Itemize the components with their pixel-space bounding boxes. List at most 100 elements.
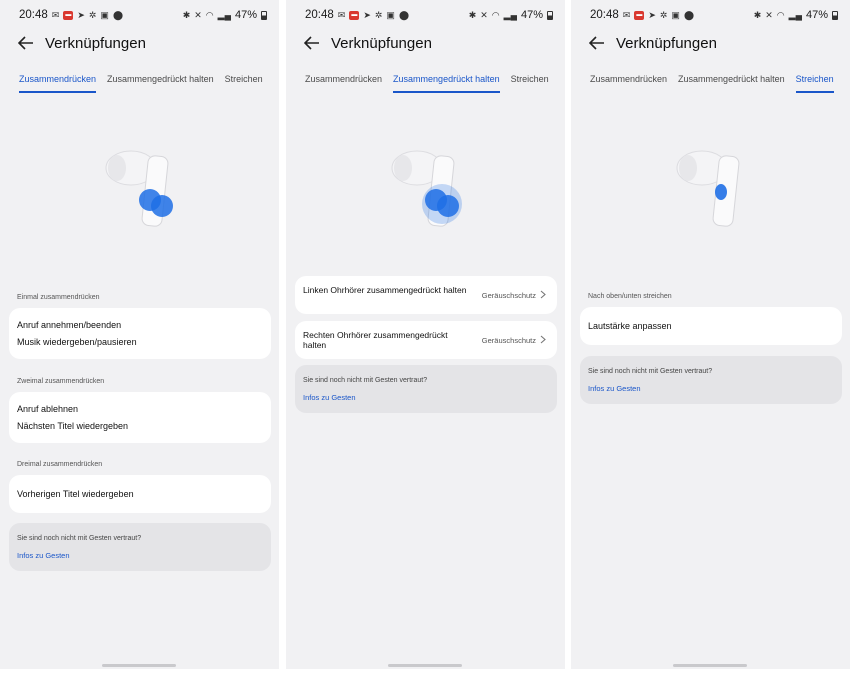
battery-icon — [547, 10, 553, 20]
app-notification-icon: ▬ — [63, 10, 74, 20]
tab-squeeze-hold[interactable]: Zusammengedrückt halten — [107, 74, 214, 92]
gesture-info-link[interactable]: Infos zu Gesten — [588, 384, 641, 393]
gallery-icon: ▣ — [100, 10, 109, 20]
setting-value-text: Geräuschschutz — [481, 336, 536, 345]
signal-icon: ▂▄ — [217, 10, 231, 20]
setting-value: Geräuschschutz — [482, 290, 546, 301]
setting-value: Geräuschschutz — [482, 335, 546, 346]
pinwheel-icon: ✲ — [374, 10, 383, 20]
signal-icon: ▂▄ — [503, 10, 517, 20]
section-label-double: Zweimal zusammendrücken — [17, 378, 105, 385]
section-label-swipe: Nach oben/unten streichen — [588, 293, 672, 300]
setting-label: Linken Ohrhörer zusammengedrückt halten — [303, 285, 467, 295]
battery-text: 47% — [520, 9, 543, 21]
back-arrow-icon[interactable] — [588, 34, 606, 52]
mute-icon: ✕ — [765, 10, 773, 20]
home-indicator — [102, 664, 176, 667]
chevron-right-icon — [540, 335, 546, 346]
tab-squeeze[interactable]: Zusammendrücken — [19, 74, 97, 93]
status-bar: 20:48 ✉ ▬ ➤ ✲ ▣ ⬤ ✱ ✕ ◠ ▂▄ 47% — [305, 8, 553, 22]
list-item[interactable]: Anruf annehmen/beenden — [17, 320, 121, 330]
list-item[interactable]: Vorherigen Titel wiedergeben — [17, 489, 134, 499]
screen-squeeze-hold: 20:48 ✉ ▬ ➤ ✲ ▣ ⬤ ✱ ✕ ◠ ▂▄ 47% Verknüpfu… — [286, 0, 565, 669]
bluetooth-icon: ✱ — [468, 10, 477, 20]
setting-row-right-hold[interactable]: Rechten Ohrhörer zusammengedrückt halten… — [295, 321, 557, 359]
screen-squeeze: 20:48 ✉ ▬ ➤ ✲ ▣ ⬤ ✱ ✕ ◠ ▂▄ 47% Verknüpfu… — [0, 0, 279, 669]
battery-text: 47% — [234, 9, 257, 21]
earbud-image — [676, 150, 740, 227]
setting-label: Rechten Ohrhörer zusammengedrückt halten — [303, 330, 448, 350]
card-swipe: Lautstärke anpassen — [580, 307, 842, 345]
gesture-info-text: Sie sind noch nicht mit Gesten vertraut? — [303, 377, 428, 384]
list-item[interactable]: Nächsten Titel wiedergeben — [17, 421, 128, 431]
tab-bar: Zusammendrücken Zusammengedrückt halten … — [590, 74, 842, 93]
notification-icon: ✉ — [622, 10, 631, 20]
card-double-squeeze: Anruf ablehnen Nächsten Titel wiedergebe… — [9, 392, 271, 443]
notification-icon: ✉ — [337, 10, 346, 20]
page-title: Verknüpfungen — [616, 34, 717, 52]
location-icon: ⬤ — [112, 10, 124, 20]
gallery-icon: ▣ — [671, 10, 680, 20]
wifi-icon: ◠ — [776, 10, 785, 20]
app-notification-icon: ▬ — [634, 10, 645, 20]
wifi-icon: ◠ — [205, 10, 214, 20]
list-item[interactable]: Lautstärke anpassen — [588, 321, 672, 331]
location-icon: ⬤ — [683, 10, 695, 20]
status-time: 20:48 — [19, 9, 48, 21]
section-label-single: Einmal zusammendrücken — [17, 294, 100, 301]
list-item[interactable]: Anruf ablehnen — [17, 404, 78, 414]
bluetooth-icon: ✱ — [182, 10, 191, 20]
wifi-icon: ◠ — [491, 10, 500, 20]
screen-swipe: 20:48 ✉ ▬ ➤ ✲ ▣ ⬤ ✱ ✕ ◠ ▂▄ 47% Verknüpfu… — [571, 0, 850, 669]
pinwheel-icon: ✲ — [659, 10, 668, 20]
gesture-info-card: Sie sind noch nicht mit Gesten vertraut?… — [295, 365, 557, 413]
tab-swipe[interactable]: Streichen — [795, 74, 834, 93]
earbud-image — [105, 150, 173, 227]
tab-swipe[interactable]: Streichen — [225, 74, 263, 92]
page-title: Verknüpfungen — [45, 34, 146, 52]
tab-squeeze[interactable]: Zusammendrücken — [305, 74, 382, 92]
tab-squeeze-hold[interactable]: Zusammengedrückt halten — [393, 74, 500, 93]
tab-swipe[interactable]: Streichen — [511, 74, 549, 92]
card-single-squeeze: Anruf annehmen/beenden Musik wiedergeben… — [9, 308, 271, 359]
tab-bar: Zusammendrücken Zusammengedrückt halten … — [19, 74, 271, 93]
mute-icon: ✕ — [480, 10, 488, 20]
mute-icon: ✕ — [194, 10, 202, 20]
battery-icon — [261, 10, 267, 20]
location-icon: ⬤ — [398, 10, 410, 20]
back-arrow-icon[interactable] — [17, 34, 35, 52]
status-time: 20:48 — [305, 9, 334, 21]
gallery-icon: ▣ — [386, 10, 395, 20]
app-notification-icon: ▬ — [349, 10, 360, 20]
notification-icon: ✉ — [51, 10, 60, 20]
tab-squeeze[interactable]: Zusammendrücken — [590, 74, 667, 92]
pinwheel-icon: ✲ — [88, 10, 97, 20]
telegram-icon: ➤ — [363, 10, 371, 20]
gesture-info-link[interactable]: Infos zu Gesten — [303, 393, 356, 402]
status-time: 20:48 — [590, 9, 619, 21]
setting-value-text: Geräuschschutz — [481, 291, 536, 300]
tab-bar: Zusammendrücken Zusammengedrückt halten … — [305, 74, 557, 93]
page-title: Verknüpfungen — [331, 34, 432, 52]
setting-row-left-hold[interactable]: Linken Ohrhörer zusammengedrückt halten … — [295, 276, 557, 314]
gesture-info-text: Sie sind noch nicht mit Gesten vertraut? — [588, 368, 713, 375]
tab-squeeze-hold[interactable]: Zusammengedrückt halten — [678, 74, 785, 92]
home-indicator — [673, 664, 747, 667]
gesture-info-link[interactable]: Infos zu Gesten — [17, 551, 70, 560]
telegram-icon: ➤ — [648, 10, 656, 20]
home-indicator — [388, 664, 462, 667]
battery-icon — [832, 10, 838, 20]
battery-text: 47% — [805, 9, 828, 21]
telegram-icon: ➤ — [77, 10, 85, 20]
card-triple-squeeze: Vorherigen Titel wiedergeben — [9, 475, 271, 513]
gesture-info-card: Sie sind noch nicht mit Gesten vertraut?… — [9, 523, 271, 571]
back-arrow-icon[interactable] — [303, 34, 321, 52]
gesture-info-card: Sie sind noch nicht mit Gesten vertraut?… — [580, 356, 842, 404]
gesture-info-text: Sie sind noch nicht mit Gesten vertraut? — [17, 535, 142, 542]
signal-icon: ▂▄ — [788, 10, 802, 20]
section-label-triple: Dreimal zusammendrücken — [17, 461, 103, 468]
earbud-image — [391, 150, 462, 227]
bluetooth-icon: ✱ — [753, 10, 762, 20]
chevron-right-icon — [540, 290, 546, 301]
list-item[interactable]: Musik wiedergeben/pausieren — [17, 337, 137, 347]
